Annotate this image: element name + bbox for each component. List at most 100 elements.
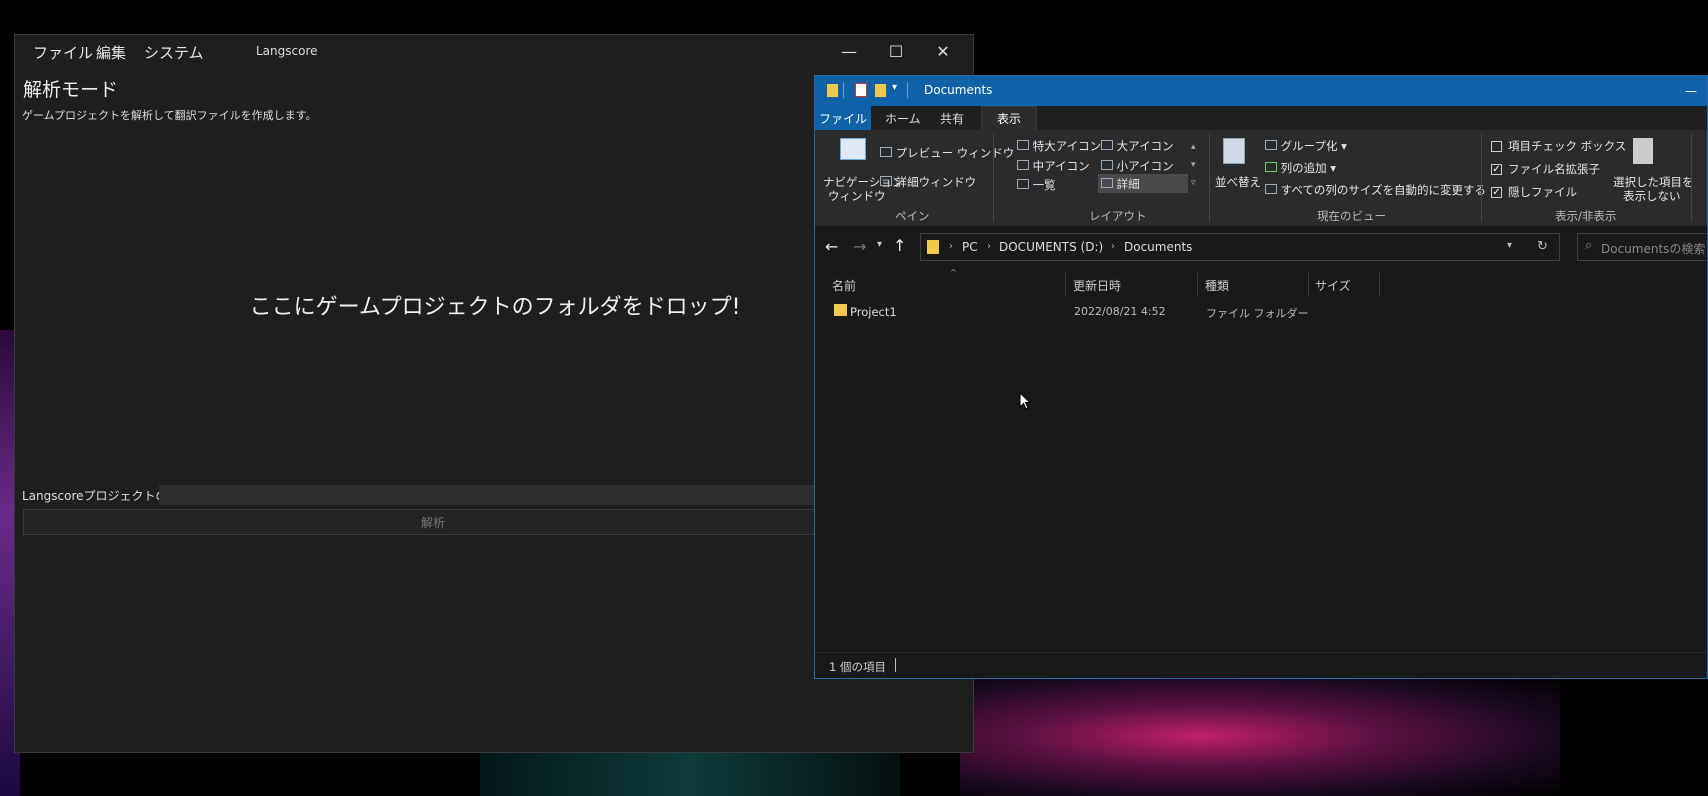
chevron-right-icon: › [987,241,991,252]
menu-edit[interactable]: 編集 [96,42,126,63]
group-label-show-hide: 表示/非表示 [1555,209,1617,223]
file-modified: 2022/08/21 4:52 [1074,305,1166,318]
column-header-name[interactable]: 名前 [832,277,856,294]
layout-extra-large-icons[interactable]: 特大アイコン [1017,138,1101,154]
folder-icon [927,240,939,254]
sort-ascending-icon: ^ [950,268,957,277]
mode-title: 解析モード [23,79,119,101]
layout-label: 特大アイコン [1032,139,1102,153]
close-button[interactable]: ✕ [920,37,966,65]
back-icon[interactable]: ← [825,237,838,256]
layout-label: 小アイコン [1116,159,1174,173]
minimize-icon: — [841,41,857,61]
details-icon [1101,178,1113,188]
breadcrumb-documents[interactable]: Documents [1124,240,1192,254]
chevron-right-icon: › [949,241,953,252]
breadcrumb-pc[interactable]: PC [962,240,978,254]
hidden-items-toggle[interactable]: ✓ 隠しファイル [1491,184,1577,200]
status-divider [895,658,896,672]
mode-description: ゲームプロジェクトを解析して翻訳ファイルを作成します。 [22,109,317,122]
item-checkboxes-toggle[interactable]: 項目チェック ボックス [1491,138,1626,154]
file-name: Project1 [850,305,897,319]
hidden-items-label: 隠しファイル [1508,185,1577,199]
minimize-button[interactable]: — [826,37,872,65]
checkbox-checked-icon: ✓ [1491,163,1502,175]
analyze-button[interactable]: 解析 [23,509,843,535]
group-by-button[interactable]: グループ化 ▾ [1265,138,1347,154]
add-columns-label: 列の追加 [1280,161,1327,175]
layout-large-icons[interactable]: 大アイコン [1101,138,1174,154]
breadcrumb-drive[interactable]: DOCUMENTS (D:) [999,240,1103,254]
properties-icon[interactable] [855,83,867,97]
hide-selected-button-line2[interactable]: 表示しない [1623,188,1681,204]
details-pane-button[interactable]: 詳細ウィンドウ [880,174,976,190]
tab-file[interactable]: ファイル [815,106,871,130]
menu-system[interactable]: システム [144,42,204,63]
group-label-layout: レイアウト [1089,209,1147,223]
add-columns-button[interactable]: 列の追加 ▾ [1265,160,1336,176]
checkbox-unchecked-icon [1491,140,1502,152]
minimize-icon: — [1685,84,1697,98]
up-icon[interactable]: ↑ [893,236,906,255]
chevron-right-icon: › [1111,241,1115,252]
group-label-current-view: 現在のビュー [1317,209,1386,223]
address-dropdown-icon[interactable]: ▾ [1507,240,1512,251]
column-divider[interactable] [1379,273,1380,297]
file-extensions-toggle[interactable]: ✓ ファイル名拡張子 [1491,161,1600,177]
group-by-icon [1265,140,1277,150]
column-divider[interactable] [1197,273,1198,297]
recent-locations-icon[interactable]: ▾ [877,239,882,250]
layout-list[interactable]: 一覧 [1017,177,1056,193]
column-header-type[interactable]: 種類 [1205,277,1229,294]
layout-label: 詳細 [1116,177,1140,191]
wallpaper-glow-bottom-teal [480,750,900,796]
item-count: 1 個の項目 [829,660,886,674]
forward-icon[interactable]: → [853,237,866,256]
size-all-columns-label: すべての列のサイズを自動的に変更する [1280,183,1487,197]
explorer-minimize-button[interactable]: — [1673,80,1707,102]
column-header-modified[interactable]: 更新日時 [1073,277,1121,294]
tab-share[interactable]: 共有 [940,110,964,127]
list-icon [1017,179,1029,189]
new-folder-icon[interactable] [875,84,886,97]
hide-selected-icon[interactable] [1633,138,1653,164]
file-type: ファイル フォルダー [1206,307,1309,320]
separator [843,82,844,98]
layout-label: 一覧 [1032,178,1056,192]
size-columns-icon [1265,184,1277,194]
layout-details[interactable]: 詳細 [1098,174,1188,193]
tab-view[interactable]: 表示 [981,106,1037,130]
explorer-window: ▾ Documents — ファイル ホーム 共有 表示 ナビゲーション ウィン… [814,75,1708,679]
group-label-pane: ペイン [895,209,930,223]
sort-by-icon[interactable] [1223,138,1245,164]
table-row[interactable]: Project1 2022/08/21 4:52 ファイル フォルダー [821,298,1381,320]
status-bar [815,652,1707,678]
column-divider[interactable] [1065,273,1066,297]
large-icons-icon [1101,140,1113,150]
separator [993,134,994,222]
size-all-columns-button[interactable]: すべての列のサイズを自動的に変更する [1265,182,1486,198]
layout-medium-icons[interactable]: 中アイコン [1017,158,1090,174]
separator [1691,134,1692,222]
quick-access-dropdown-icon[interactable]: ▾ [892,82,897,93]
tab-home[interactable]: ホーム [885,110,921,127]
menu-file[interactable]: ファイル [33,42,93,63]
column-divider[interactable] [1308,273,1309,297]
column-header-size[interactable]: サイズ [1315,277,1351,294]
navigation-pane-button-line2[interactable]: ウィンドウ [828,188,886,204]
add-columns-icon [1265,162,1277,172]
folder-icon [834,304,847,316]
layout-scroll-icon[interactable]: ▴ ▾ ▿ [1191,138,1196,192]
refresh-icon[interactable]: ↻ [1537,239,1548,254]
project-path-input[interactable] [159,485,839,505]
item-checkboxes-label: 項目チェック ボックス [1508,139,1627,153]
layout-small-icons[interactable]: 小アイコン [1101,158,1174,174]
navigation-pane-icon[interactable] [840,138,866,160]
maximize-button[interactable]: ☐ [873,37,919,65]
preview-pane-button[interactable]: プレビュー ウィンドウ [880,145,1014,161]
medium-icons-icon [1017,160,1029,170]
layout-label: 大アイコン [1116,139,1174,153]
sort-by-button[interactable]: 並べ替え [1215,174,1261,190]
preview-pane-label: プレビュー ウィンドウ [895,146,1015,160]
search-placeholder: Documentsの検索 [1601,242,1706,256]
